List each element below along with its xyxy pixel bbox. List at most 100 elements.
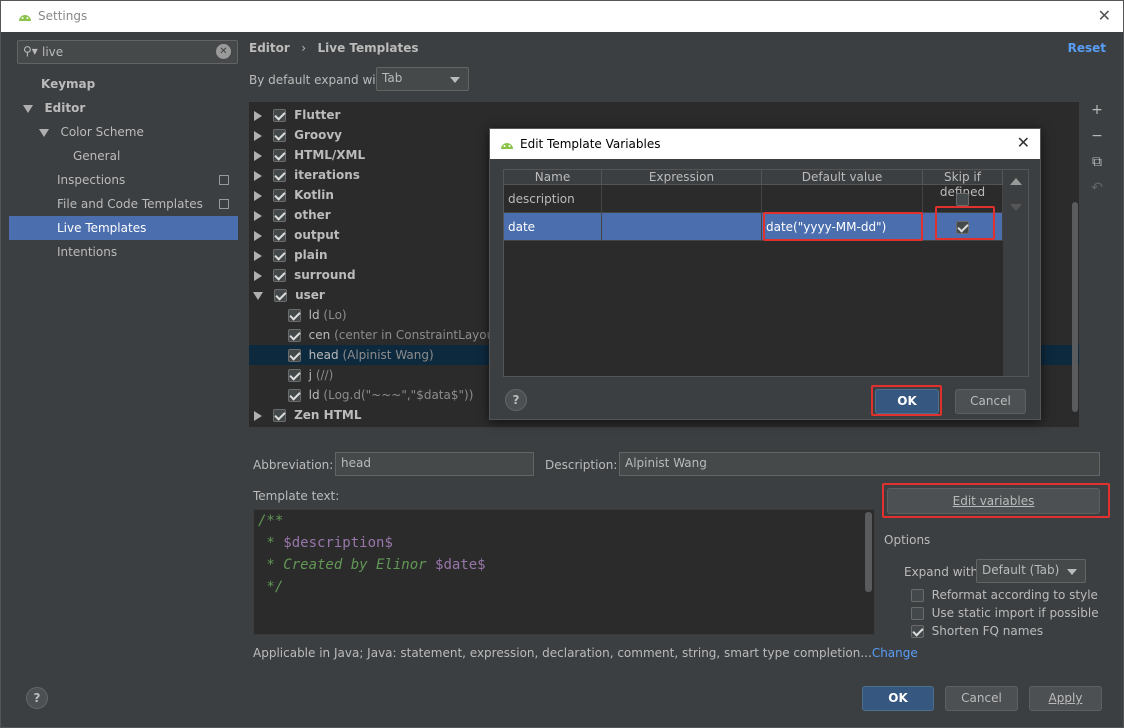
reformat-label: Reformat according to style [931, 588, 1098, 602]
scroll-down-icon[interactable] [1010, 204, 1022, 211]
search-input[interactable]: live [42, 45, 63, 59]
shorten-option[interactable]: Shorten FQ names [911, 624, 1043, 638]
template-group[interactable]: Flutter [249, 105, 1079, 125]
column-header-skip[interactable]: Skip if defined [923, 170, 1003, 199]
reset-link[interactable]: Reset [1068, 41, 1106, 55]
applicable-text: Applicable in Java; Java: statement, exp… [253, 646, 872, 660]
sidebar-item-editor[interactable]: Editor [9, 96, 238, 120]
abbreviation-field[interactable]: head [335, 452, 534, 476]
template-checkbox[interactable] [288, 309, 301, 322]
table-scrollbar[interactable] [1003, 170, 1028, 376]
add-icon[interactable]: + [1086, 102, 1108, 128]
sidebar-item-general[interactable]: General [9, 144, 238, 168]
expand-with-select[interactable]: Tab [376, 67, 469, 91]
clear-search-icon[interactable]: ✕ [216, 44, 231, 59]
expand-arrow-icon[interactable] [39, 128, 49, 137]
expand-arrow-icon[interactable] [254, 190, 262, 201]
group-name: Zen HTML [294, 408, 362, 422]
description-label: Description: [545, 458, 618, 472]
template-checkbox[interactable] [288, 349, 301, 362]
copy-icon[interactable]: ⧉ [1086, 154, 1108, 180]
expand-arrow-icon[interactable] [254, 410, 262, 421]
expand-arrow-icon[interactable] [254, 170, 262, 181]
scroll-up-icon[interactable] [1010, 178, 1022, 185]
cancel-button[interactable]: Cancel [945, 686, 1018, 711]
breadcrumb: Editor › Live Templates [249, 41, 418, 55]
group-checkbox[interactable] [273, 249, 287, 262]
close-icon[interactable]: ✕ [1098, 6, 1111, 25]
group-name: plain [294, 248, 328, 262]
variable-name-cell[interactable]: description [504, 185, 602, 213]
android-icon [19, 15, 31, 21]
template-checkbox[interactable] [288, 329, 301, 342]
group-checkbox[interactable] [273, 189, 287, 202]
close-icon[interactable]: ✕ [1017, 133, 1030, 152]
variable-expression-cell[interactable] [602, 213, 762, 241]
expand-arrow-icon[interactable] [254, 230, 262, 241]
column-header-name[interactable]: Name [504, 170, 602, 185]
column-header-expression[interactable]: Expression [602, 170, 762, 185]
sidebar-item-intentions[interactable]: Intentions [9, 240, 238, 264]
template-abbr: head [308, 348, 339, 362]
expand-arrow-icon[interactable] [23, 104, 33, 113]
variable-name-cell[interactable]: date [504, 213, 602, 241]
abbreviation-label: Abbreviation: [253, 458, 334, 472]
sidebar-item-live-templates[interactable]: Live Templates [9, 216, 238, 240]
group-checkbox[interactable] [273, 209, 287, 222]
sidebar-item-inspections[interactable]: Inspections [9, 168, 238, 192]
code-line: * [258, 535, 284, 551]
expand-arrow-icon[interactable] [254, 130, 262, 141]
variable-expression-cell[interactable] [602, 185, 762, 213]
expand-arrow-icon[interactable] [254, 270, 262, 281]
help-button[interactable]: ? [26, 687, 48, 709]
template-desc: (Lo) [323, 308, 347, 322]
restore-icon[interactable]: ↶ [1086, 180, 1108, 206]
remove-icon[interactable]: − [1086, 128, 1108, 154]
search-field[interactable]: ⚲▾ live ✕ [17, 40, 238, 64]
expand-with-option-select[interactable]: Default (Tab) [976, 559, 1086, 583]
variable-default-cell[interactable] [762, 185, 923, 213]
change-context-link[interactable]: Change [872, 646, 918, 660]
template-abbr: j [308, 368, 312, 382]
group-name: Groovy [294, 128, 342, 142]
ok-button[interactable]: OK [862, 686, 934, 711]
description-field[interactable]: Alpinist Wang [619, 452, 1100, 476]
dialog-help-button[interactable]: ? [505, 389, 527, 411]
dialog-cancel-button[interactable]: Cancel [955, 389, 1026, 414]
expand-arrow-icon[interactable] [254, 110, 262, 121]
reformat-checkbox[interactable] [911, 589, 924, 602]
static-import-option[interactable]: Use static import if possible [911, 606, 1099, 620]
expand-arrow-icon[interactable] [254, 150, 262, 161]
group-name: other [294, 208, 331, 222]
expand-arrow-icon[interactable] [254, 210, 262, 221]
template-checkbox[interactable] [288, 369, 301, 382]
highlight-box [763, 212, 923, 241]
footer-bar: ? OK Cancel Apply [1, 674, 1123, 727]
column-header-default[interactable]: Default value [762, 170, 923, 185]
collapse-arrow-icon[interactable] [253, 291, 263, 300]
group-checkbox[interactable] [273, 269, 287, 282]
group-checkbox[interactable] [273, 129, 287, 142]
expand-with-value: Tab [382, 71, 403, 85]
skip-checkbox[interactable] [956, 193, 969, 206]
apply-button[interactable]: Apply [1029, 686, 1102, 711]
templates-scrollbar[interactable] [1072, 202, 1078, 412]
reformat-option[interactable]: Reformat according to style [911, 588, 1098, 602]
options-heading: Options [884, 533, 931, 547]
group-checkbox[interactable] [273, 229, 287, 242]
editor-scrollbar[interactable] [865, 512, 872, 592]
expand-arrow-icon[interactable] [254, 250, 262, 261]
group-checkbox[interactable] [274, 289, 288, 302]
shorten-checkbox[interactable] [911, 625, 924, 638]
static-import-checkbox[interactable] [911, 607, 924, 620]
group-checkbox[interactable] [273, 169, 287, 182]
template-checkbox[interactable] [288, 389, 301, 402]
sidebar-item-keymap[interactable]: Keymap [9, 72, 238, 96]
template-desc: (center in ConstraintLayout) [334, 328, 504, 342]
group-checkbox[interactable] [273, 409, 287, 422]
sidebar-item-file-templates[interactable]: File and Code Templates [9, 192, 238, 216]
sidebar-item-color-scheme[interactable]: Color Scheme [9, 120, 238, 144]
group-checkbox[interactable] [273, 149, 287, 162]
group-checkbox[interactable] [273, 109, 287, 122]
template-text-editor[interactable]: /** * $description$ * Created by Elinor … [253, 509, 875, 635]
